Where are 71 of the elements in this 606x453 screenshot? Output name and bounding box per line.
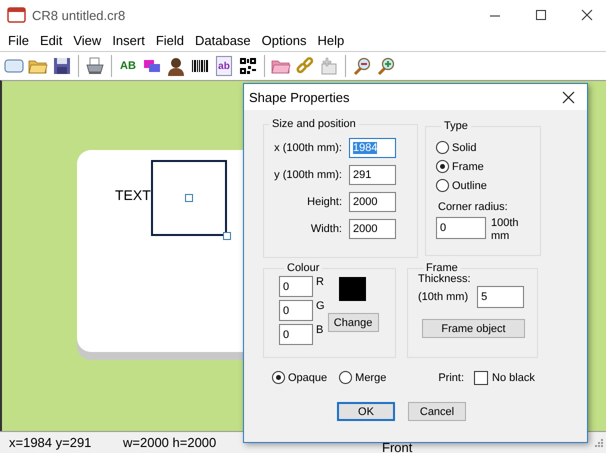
radio-label[interactable]: Opaque (288, 372, 328, 384)
qr-code-icon[interactable] (238, 56, 258, 76)
channel-label: G (316, 300, 325, 312)
input-field[interactable]: 0 (279, 300, 313, 321)
menu-item[interactable]: Help (312, 33, 350, 48)
checkbox[interactable] (474, 370, 488, 384)
group-title: Size and position (271, 118, 357, 130)
menu-item[interactable]: Field (150, 33, 190, 48)
selection-handle[interactable] (223, 232, 231, 240)
input-field[interactable]: 2000 (349, 218, 396, 238)
radio-label[interactable]: Frame (452, 160, 484, 172)
dialog-title: Shape Properties (249, 90, 350, 104)
radio-button[interactable] (436, 179, 449, 192)
input-field[interactable]: 291 (349, 164, 396, 184)
close-icon[interactable] (562, 90, 575, 104)
ok-button[interactable]: OK (337, 402, 395, 421)
input-field[interactable]: 2000 (349, 192, 396, 212)
input-field[interactable]: 1984 (349, 138, 396, 158)
input-field[interactable]: 0 (279, 324, 313, 345)
field-label: Print: (438, 372, 464, 384)
input-field[interactable]: 0 (279, 276, 313, 297)
colour-swatch (338, 277, 366, 301)
group-title: Type (443, 120, 469, 132)
frame-object-button[interactable]: Frame object (422, 319, 525, 338)
text-tool-button[interactable]: AB (118, 56, 138, 76)
zoom-in-icon[interactable] (376, 56, 396, 76)
radio-button[interactable] (436, 160, 449, 173)
field-label: Width: (310, 222, 343, 234)
radio-button[interactable] (339, 371, 352, 384)
printer-icon[interactable] (85, 56, 105, 76)
menu-item[interactable]: Options (256, 33, 312, 48)
channel-label: R (316, 276, 324, 288)
unit-label: 100th mm (491, 217, 520, 243)
cancel-button[interactable]: Cancel (408, 402, 466, 421)
radio-label[interactable]: Outline (452, 180, 487, 192)
input-field[interactable]: 0 (436, 217, 486, 239)
person-icon[interactable] (166, 56, 186, 76)
save-icon[interactable] (52, 56, 72, 76)
menu-item[interactable]: Edit (34, 33, 68, 48)
input-field[interactable]: 5 (477, 286, 524, 308)
group-title: Colour (286, 262, 320, 274)
window-title: CR8 untitled.cr8 (32, 8, 126, 22)
field-label: Thickness: (418, 273, 472, 285)
zoom-out-icon[interactable] (352, 56, 372, 76)
radio-button[interactable] (272, 371, 285, 384)
status-size: w=2000 h=2000 (122, 435, 218, 450)
selection-handle[interactable] (185, 194, 193, 202)
chain-icon[interactable] (295, 56, 315, 76)
menu-item[interactable]: View (68, 33, 106, 48)
group-title: Frame (425, 262, 459, 274)
checkbox-label[interactable]: No black (492, 372, 535, 384)
maximize-icon[interactable] (534, 8, 548, 22)
field-label: Corner radius: (438, 201, 509, 213)
unit-label: (10th mm) (418, 291, 468, 303)
status-position: x=1984 y=291 (8, 435, 92, 450)
menu-item[interactable]: Database (190, 33, 256, 48)
text-image-button[interactable]: ab (216, 56, 232, 76)
field-label: y (100th mm): (273, 168, 343, 180)
radio-button[interactable] (436, 141, 449, 154)
status-side: Front (381, 438, 412, 453)
change-button[interactable]: Change (328, 313, 379, 332)
field-label: Height: (306, 196, 343, 208)
card-text: TEXT (115, 187, 151, 203)
radio-label[interactable]: Merge (355, 372, 386, 384)
close-icon[interactable] (580, 8, 594, 22)
field-label: x (100th mm): (273, 142, 343, 154)
menu-item[interactable]: Insert (107, 33, 150, 48)
radio-label[interactable]: Solid (452, 142, 476, 154)
app-icon (7, 5, 26, 25)
channel-label: B (316, 324, 324, 336)
menu-item[interactable]: File (3, 33, 34, 48)
